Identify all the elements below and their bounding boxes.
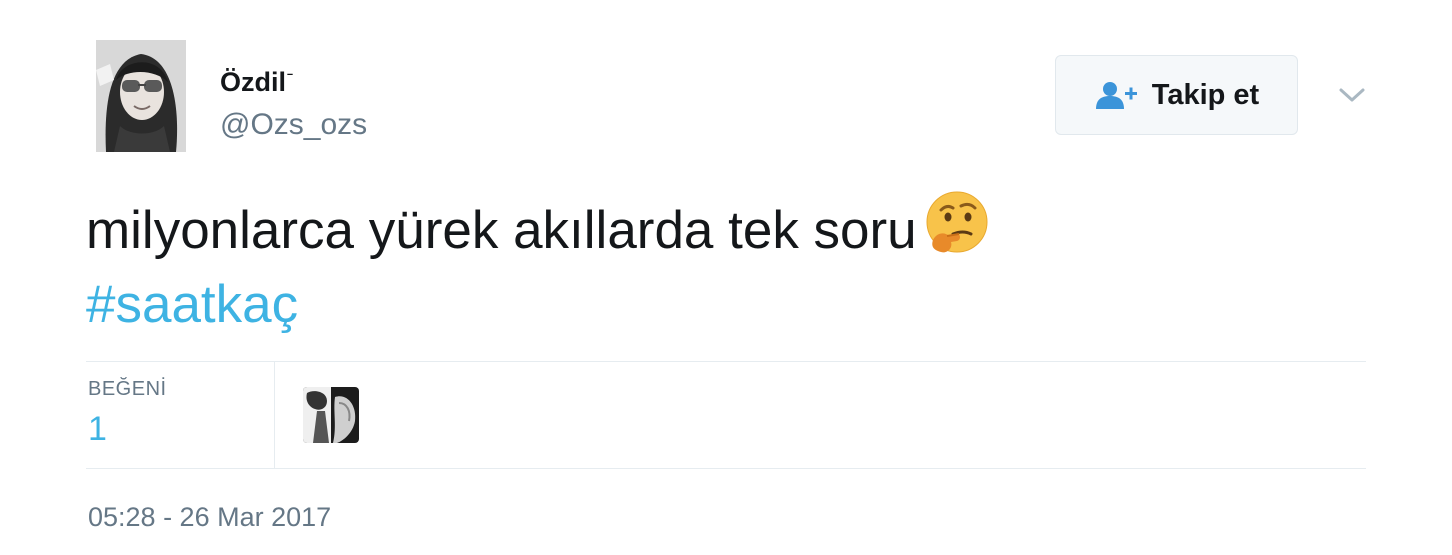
tweet-text-body: milyonlarca yürek akıllarda tek soru <box>86 201 917 260</box>
follow-button[interactable]: Takip et <box>1055 55 1298 135</box>
add-user-icon <box>1094 80 1138 110</box>
tweet-text: milyonlarca yürek akıllarda tek soru <box>86 190 991 270</box>
tweet-card: Özdilᐨ @Ozs_ozs Takip et milyonlarca yür… <box>0 0 1452 555</box>
user-avatar[interactable] <box>96 40 186 152</box>
chevron-down-icon[interactable] <box>1336 80 1368 110</box>
stats-divider-bottom <box>86 468 1366 469</box>
user-handle[interactable]: @Ozs_ozs <box>220 106 367 144</box>
tweet-timestamp[interactable]: 05:28 - 26 Mar 2017 <box>88 502 331 533</box>
display-name-suffix: ᐨ <box>286 68 294 90</box>
stats-divider-top <box>86 361 1366 362</box>
hashtag-link[interactable]: #saatkaç <box>86 266 298 344</box>
likes-label[interactable]: BEĞENİ <box>88 378 167 401</box>
liker-avatar[interactable] <box>303 387 359 443</box>
follow-button-label: Takip et <box>1151 78 1260 111</box>
stats-separator <box>274 362 275 468</box>
thinking-face-emoji <box>923 190 991 258</box>
display-name[interactable]: Özdilᐨ <box>220 62 294 99</box>
likes-count[interactable]: 1 <box>88 410 107 449</box>
display-name-text[interactable]: Özdil <box>220 67 286 97</box>
